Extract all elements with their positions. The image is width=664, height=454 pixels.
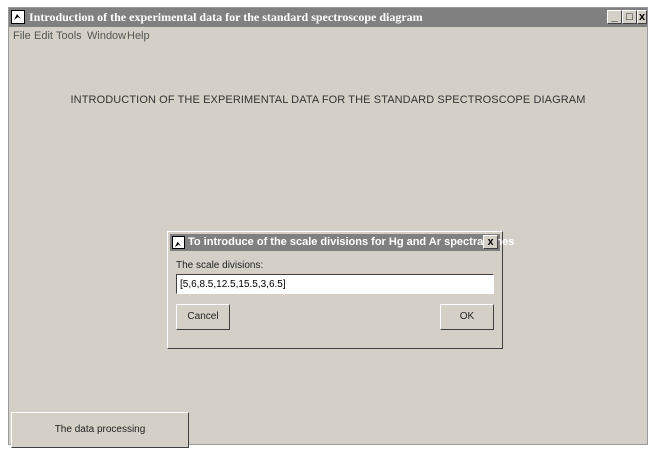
page-heading: INTRODUCTION OF THE EXPERIMENTAL DATA FO… (70, 94, 586, 106)
ok-button[interactable]: OK (440, 304, 494, 330)
menu-edit[interactable]: Edit (34, 30, 53, 42)
scale-divisions-label: The scale divisions: (176, 260, 264, 271)
title-bar[interactable]: Introduction of the experimental data fo… (9, 8, 647, 27)
menu-window[interactable]: Window (87, 30, 126, 42)
menu-tools[interactable]: Tools (56, 30, 82, 42)
close-button[interactable]: x (637, 10, 647, 24)
menu-help[interactable]: Help (127, 30, 150, 42)
dialog-title-bar[interactable]: To introduce of the scale divisions for … (170, 234, 514, 251)
input-dialog: To introduce of the scale divisions for … (167, 231, 514, 349)
dialog-close-button[interactable]: x (483, 235, 498, 249)
main-window: Introduction of the experimental data fo… (8, 7, 648, 448)
maximize-button[interactable]: □ (622, 10, 637, 24)
menu-file[interactable]: File (13, 30, 31, 42)
minimize-button[interactable]: _ (607, 10, 622, 24)
scale-divisions-input[interactable]: [5,6,8.5,12.5,15.5,3,6.5] (176, 274, 494, 294)
dialog-app-icon (172, 236, 185, 249)
app-icon (11, 10, 25, 24)
window-title: Introduction of the experimental data fo… (29, 10, 423, 24)
cancel-button[interactable]: Cancel (176, 304, 230, 330)
dialog-title: To introduce of the scale divisions for … (188, 236, 515, 248)
data-processing-button[interactable]: The data processing (11, 412, 189, 448)
menu-bar: File Edit Tools Window Help (9, 27, 647, 45)
